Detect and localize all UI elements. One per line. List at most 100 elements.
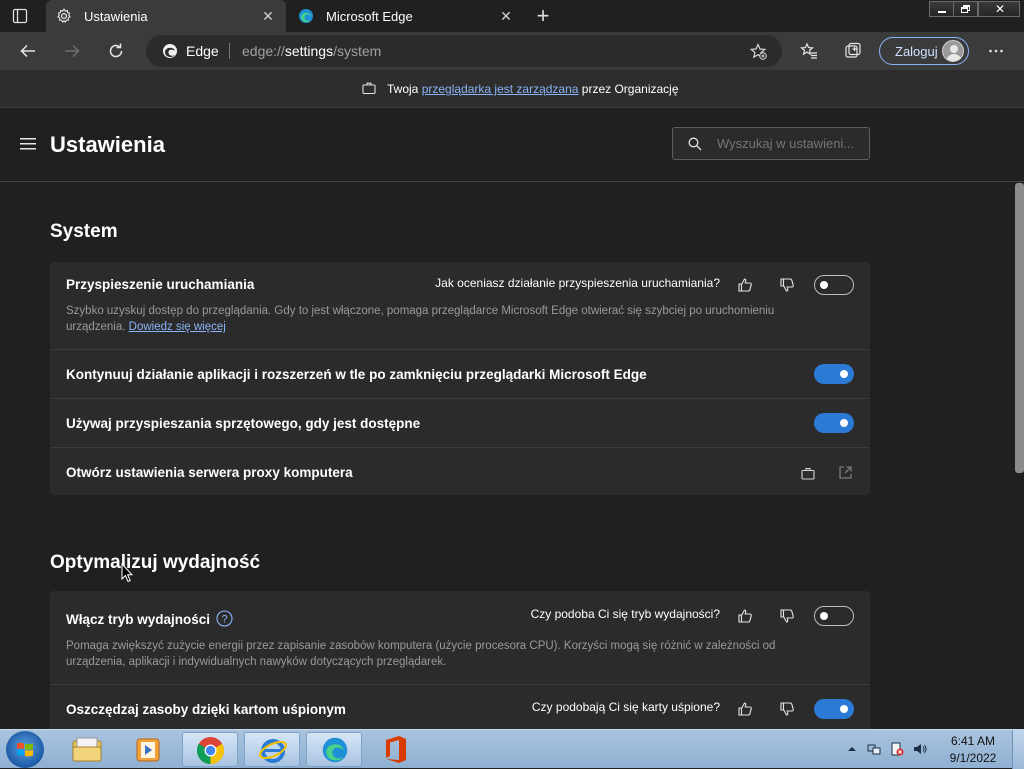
clock-time[interactable]: 6:41 AM bbox=[944, 734, 1002, 748]
media-player-icon bbox=[136, 738, 160, 762]
close-window-button[interactable]: ✕ bbox=[978, 1, 1020, 17]
setting-title: Otwórz ustawienia serwera proxy komputer… bbox=[66, 465, 353, 480]
browser-toolbar: Edge edge://settings/system Zaloguj bbox=[0, 32, 1024, 70]
setting-title: Przyspieszenie uruchamiania bbox=[66, 277, 255, 292]
taskbar-media-player[interactable] bbox=[120, 732, 176, 767]
more-dots-icon bbox=[989, 49, 1003, 53]
search-icon bbox=[688, 137, 702, 151]
close-tab-icon[interactable]: ✕ bbox=[496, 6, 516, 26]
settings-content: System Przyspieszenie uruchamiania Jak o… bbox=[0, 183, 1014, 729]
edge-icon bbox=[322, 737, 348, 763]
clock-date[interactable]: 9/1/2022 bbox=[944, 751, 1002, 765]
favorites-button[interactable] bbox=[794, 36, 824, 66]
tab-label: Microsoft Edge bbox=[326, 9, 413, 24]
thumbs-down-icon[interactable] bbox=[779, 608, 795, 624]
setting-proxy[interactable]: Otwórz ustawienia serwera proxy komputer… bbox=[50, 447, 870, 495]
tab-microsoft-edge[interactable]: Microsoft Edge ✕ bbox=[288, 0, 524, 32]
svg-text:?: ? bbox=[221, 614, 227, 626]
restore-button[interactable] bbox=[953, 1, 978, 17]
more-menu-button[interactable] bbox=[981, 36, 1011, 66]
explorer-icon bbox=[72, 737, 102, 762]
collections-button[interactable] bbox=[838, 36, 868, 66]
managed-browser-link[interactable]: przeglądarka jest zarządzana bbox=[422, 82, 579, 96]
action-center-icon[interactable] bbox=[890, 742, 904, 756]
add-favorite-icon[interactable] bbox=[750, 43, 767, 60]
back-button[interactable] bbox=[13, 36, 43, 66]
scrollbar-thumb[interactable] bbox=[1015, 183, 1024, 473]
help-icon[interactable]: ? bbox=[216, 610, 233, 627]
setting-title: Włącz tryb wydajności bbox=[66, 612, 211, 627]
volume-icon[interactable] bbox=[913, 742, 927, 756]
sleeping-tabs-toggle[interactable] bbox=[814, 699, 854, 719]
address-bar[interactable]: Edge edge://settings/system bbox=[146, 35, 782, 67]
office-icon bbox=[386, 736, 406, 763]
managed-text: Twoja przeglądarka jest zarządzana przez… bbox=[387, 82, 679, 96]
setting-startup-boost: Przyspieszenie uruchamiania Jak oceniasz… bbox=[50, 262, 870, 349]
avatar-icon bbox=[942, 40, 964, 62]
forward-button[interactable] bbox=[57, 36, 87, 66]
taskbar-internet-explorer[interactable] bbox=[244, 732, 300, 767]
startup-boost-toggle[interactable] bbox=[814, 275, 854, 295]
network-icon[interactable] bbox=[867, 742, 881, 756]
system-card: Przyspieszenie uruchamiania Jak oceniasz… bbox=[50, 262, 870, 495]
favorites-icon bbox=[800, 42, 817, 59]
sign-in-button[interactable]: Zaloguj bbox=[879, 37, 969, 65]
learn-more-link[interactable]: Dowiedz się więcej bbox=[129, 321, 226, 333]
thumbs-down-icon[interactable] bbox=[779, 701, 795, 717]
address-url[interactable]: edge://settings/system bbox=[242, 43, 381, 59]
forward-arrow-icon bbox=[65, 44, 80, 58]
edge-icon bbox=[299, 9, 313, 23]
show-hidden-icons-icon[interactable] bbox=[845, 742, 859, 756]
refresh-button[interactable] bbox=[101, 36, 131, 66]
show-desktop-button[interactable] bbox=[1012, 730, 1024, 769]
address-divider bbox=[229, 43, 230, 59]
taskbar-office[interactable] bbox=[368, 732, 424, 767]
address-brand: Edge bbox=[186, 43, 219, 59]
briefcase-icon bbox=[801, 467, 815, 480]
page-title: Ustawienia bbox=[50, 132, 165, 157]
setting-title: Używaj przyspieszania sprzętowego, gdy j… bbox=[66, 416, 421, 431]
internet-explorer-icon bbox=[259, 739, 287, 763]
setting-description: Pomaga zwiększyć zużycie energii przez z… bbox=[66, 640, 776, 668]
minimize-button[interactable] bbox=[929, 1, 954, 17]
efficiency-mode-toggle[interactable] bbox=[814, 606, 854, 626]
close-tab-icon[interactable]: ✕ bbox=[258, 6, 278, 26]
settings-search[interactable] bbox=[672, 127, 870, 160]
setting-title: Oszczędzaj zasoby dzięki kartom uśpionym bbox=[66, 702, 346, 717]
setting-hardware-acceleration: Używaj przyspieszania sprzętowego, gdy j… bbox=[50, 398, 870, 447]
managed-by-organization-bar: Twoja przeglądarka jest zarządzana przez… bbox=[0, 70, 1024, 108]
thumbs-up-icon[interactable] bbox=[737, 701, 753, 717]
taskbar-edge[interactable] bbox=[306, 732, 362, 767]
background-apps-toggle[interactable] bbox=[814, 364, 854, 384]
new-tab-button[interactable]: + bbox=[530, 3, 556, 28]
briefcase-icon bbox=[362, 82, 376, 95]
setting-efficiency-mode: Włącz tryb wydajności ? Czy podoba Ci si… bbox=[50, 591, 870, 684]
feedback-question: Jak oceniasz działanie przyspieszenia ur… bbox=[435, 276, 720, 290]
tab-label: Ustawienia bbox=[84, 9, 148, 24]
tab-settings[interactable]: Ustawienia ✕ bbox=[46, 0, 286, 32]
external-link-icon[interactable] bbox=[838, 465, 853, 480]
chrome-icon bbox=[196, 737, 225, 765]
setting-sleeping-tabs: Oszczędzaj zasoby dzięki kartom uśpionym… bbox=[50, 684, 870, 729]
performance-card: Włącz tryb wydajności ? Czy podoba Ci si… bbox=[50, 591, 870, 729]
thumbs-down-icon[interactable] bbox=[779, 277, 795, 293]
refresh-icon bbox=[109, 43, 123, 58]
gear-icon bbox=[57, 8, 71, 24]
search-input[interactable] bbox=[717, 136, 865, 151]
mouse-cursor-icon bbox=[121, 563, 133, 583]
thumbs-up-icon[interactable] bbox=[737, 277, 753, 293]
hamburger-menu-icon[interactable] bbox=[20, 138, 36, 150]
thumbs-up-icon[interactable] bbox=[737, 608, 753, 624]
setting-description: Szybko uzyskuj dostęp do przeglądania. G… bbox=[66, 305, 775, 333]
settings-header: Ustawienia bbox=[0, 108, 1024, 182]
windows-taskbar: 6:41 AM 9/1/2022 bbox=[0, 729, 1024, 769]
taskbar-chrome[interactable] bbox=[182, 732, 238, 767]
tab-actions-icon[interactable] bbox=[12, 8, 28, 24]
section-title-performance: Optymalizuj wydajność bbox=[50, 552, 261, 573]
feedback-question: Czy podoba Ci się tryb wydajności? bbox=[530, 607, 720, 621]
setting-title: Kontynuuj działanie aplikacji i rozszerz… bbox=[66, 367, 647, 382]
taskbar-explorer[interactable] bbox=[59, 732, 115, 767]
hardware-acceleration-toggle[interactable] bbox=[814, 413, 854, 433]
sign-in-label: Zaloguj bbox=[895, 44, 938, 59]
start-button[interactable] bbox=[6, 731, 44, 768]
